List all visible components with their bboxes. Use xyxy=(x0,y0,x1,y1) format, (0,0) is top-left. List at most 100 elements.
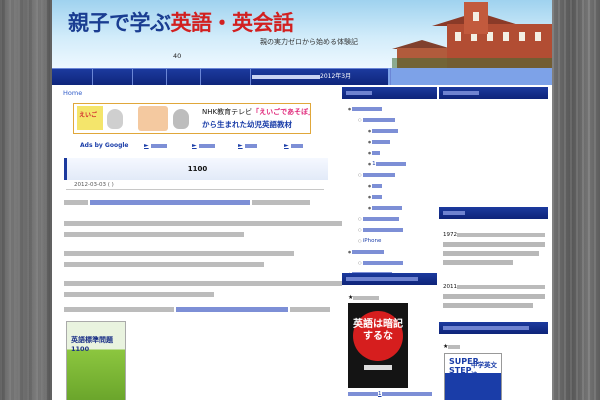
category-item-placeholder xyxy=(352,106,383,111)
profile-2011-line: 2011 xyxy=(443,284,545,290)
category-item[interactable] xyxy=(358,227,403,233)
nav-item-4[interactable] xyxy=(166,68,201,85)
category-item[interactable] xyxy=(368,139,391,145)
banner-logo-text: えいご xyxy=(79,112,98,119)
right-book-cover[interactable]: SUPER STEP 中学英文法 xyxy=(444,353,502,400)
profile-1972-placeholder xyxy=(457,232,545,237)
profile-text-line xyxy=(443,260,513,265)
category-item[interactable] xyxy=(348,106,383,112)
right-sidebar-heading-1-placeholder xyxy=(443,90,479,95)
category-item-placeholder xyxy=(362,216,399,221)
main-content: Home えいご NHK教育テレビ「えいごであそぼ」 から生まれた幼児英語教材 … xyxy=(52,85,342,400)
building-window xyxy=(535,32,541,41)
ad-banner-eigo-de-asobo[interactable]: えいご NHK教育テレビ「えいごであそぼ」 から生まれた幼児英語教材 xyxy=(73,103,311,134)
nav-item-archive-placeholder xyxy=(252,74,320,79)
right-star-title-placeholder xyxy=(448,344,461,349)
category-item[interactable] xyxy=(358,260,403,266)
ad-link-3-arrow: ► xyxy=(238,142,243,149)
ad-link-3-placeholder xyxy=(244,143,257,148)
recommend-book-cover[interactable]: 英語は暗記するな xyxy=(348,303,408,388)
nav-item-home[interactable] xyxy=(52,68,93,85)
category-item[interactable] xyxy=(358,172,395,178)
banner-line1-highlight: 「えいごであそぼ」 xyxy=(252,108,311,116)
category-item-placeholder xyxy=(375,161,406,166)
nav-item-3[interactable] xyxy=(132,68,167,85)
banner-line1: NHK教育テレビ「えいごであそぼ」 xyxy=(202,107,311,117)
recommend-book-bar xyxy=(364,365,392,370)
sidebar-category-heading xyxy=(342,87,437,99)
right-sidebar-heading-2 xyxy=(439,207,548,219)
post-body-text xyxy=(64,292,214,297)
right-sidebar-heading-2-placeholder xyxy=(443,210,465,215)
category-item[interactable] xyxy=(358,216,399,222)
site-title[interactable]: 親子で学ぶ英語・英会話 xyxy=(68,7,294,37)
ad-link-2-placeholder xyxy=(198,143,215,148)
profile-text-line xyxy=(443,303,533,308)
ad-link-1[interactable]: ► xyxy=(144,142,167,149)
book-cover-image[interactable]: 英語標準問題 1100 xyxy=(66,321,126,400)
post-body-text xyxy=(252,200,310,205)
right-book-title-2: 中学英文法 xyxy=(471,361,497,379)
post-body-link[interactable] xyxy=(90,200,250,205)
category-item[interactable] xyxy=(368,194,383,200)
category-item[interactable] xyxy=(368,205,403,211)
banner-logo: えいご xyxy=(77,106,103,130)
profile-1972-line: 1972 xyxy=(443,232,545,238)
category-item-placeholder xyxy=(362,227,403,232)
breadcrumb[interactable]: Home xyxy=(63,89,82,97)
page-background-wood-right xyxy=(552,0,600,400)
building-window xyxy=(519,32,525,41)
middle-sidebar: 1 iPhone ★ 英語は暗記するな 1 xyxy=(342,85,437,400)
nav-item-5[interactable] xyxy=(200,68,251,85)
ad-link-3[interactable]: ► xyxy=(238,142,257,149)
nav-active-highlight xyxy=(388,68,552,85)
category-item[interactable]: 1 xyxy=(368,161,406,167)
category-item-placeholder xyxy=(372,150,381,155)
post-body-text xyxy=(64,232,244,237)
recommend-book-circle: 英語は暗記するな xyxy=(353,311,403,361)
category-item[interactable] xyxy=(368,150,381,156)
post-meta-divider xyxy=(66,189,324,190)
post-title[interactable]: 1100 xyxy=(67,165,328,173)
category-item-placeholder xyxy=(372,205,403,210)
ad-link-4-arrow: ► xyxy=(284,142,289,149)
site-title-part2: 英語・英会話 xyxy=(170,11,295,35)
site-subtitle: 親の実力ゼロから始める体験記 xyxy=(260,38,358,46)
sidebar-recommend-heading xyxy=(342,273,437,285)
right-sidebar-heading-3 xyxy=(439,322,548,334)
header-building-image xyxy=(392,0,552,68)
ads-by-google-label[interactable]: Ads by Google xyxy=(80,142,128,149)
post-meta: 2012-03-03 ( ) xyxy=(74,182,114,188)
category-item[interactable] xyxy=(358,117,395,123)
book-cover-line3: 1100 xyxy=(71,345,90,353)
category-item[interactable] xyxy=(348,249,385,255)
profile-2011: 2011 xyxy=(443,284,457,290)
recommend-book-link[interactable]: 1 xyxy=(348,391,432,397)
category-item[interactable]: iPhone xyxy=(358,238,382,244)
recommend-star-title-placeholder xyxy=(353,295,380,300)
ad-link-2[interactable]: ► xyxy=(192,142,215,149)
category-item-placeholder xyxy=(372,183,383,188)
post-title-box: 1100 xyxy=(64,158,328,180)
nav-item-2[interactable] xyxy=(92,68,133,85)
ad-link-4[interactable]: ► xyxy=(284,142,303,149)
post-body-text xyxy=(64,307,174,312)
category-item[interactable] xyxy=(368,128,399,134)
post-body-text xyxy=(64,262,264,267)
recommend-star-title: ★ xyxy=(348,294,380,301)
nav-item-archive[interactable]: 2012年3月 xyxy=(250,68,391,85)
building-window xyxy=(455,32,461,41)
ad-link-1-arrow: ► xyxy=(144,142,149,149)
profile-text-line xyxy=(443,242,545,247)
post-body-link[interactable] xyxy=(176,307,288,312)
post-body-text xyxy=(64,281,342,286)
building-window xyxy=(473,12,479,21)
profile-text-line xyxy=(443,251,539,256)
category-item-placeholder xyxy=(362,260,403,265)
category-item[interactable] xyxy=(368,183,383,189)
right-sidebar: 1972 2011 ★ SUPER STEP 中学英文法 xyxy=(437,85,552,400)
profile-2011-placeholder xyxy=(457,284,545,289)
right-sidebar-heading-1 xyxy=(439,87,548,99)
building-trees xyxy=(392,58,552,68)
building-tower xyxy=(464,2,488,34)
